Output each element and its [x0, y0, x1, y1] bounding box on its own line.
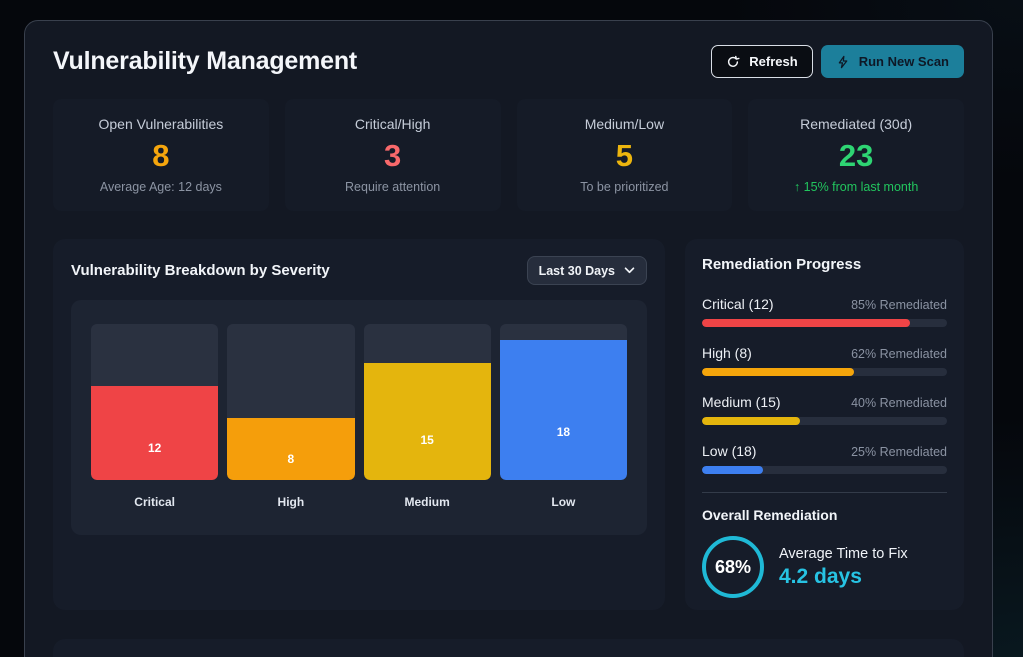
- bar-label: Critical: [91, 495, 218, 509]
- bar-track: 15: [364, 324, 491, 480]
- avg-time-label: Average Time to Fix: [779, 546, 908, 562]
- stats-row: Open Vulnerabilities 8 Average Age: 12 d…: [53, 99, 964, 211]
- remediation-row-high: High (8) 62% Remediated: [702, 345, 947, 376]
- stat-label: Critical/High: [355, 116, 430, 132]
- stat-card-open-vulnerabilities: Open Vulnerabilities 8 Average Age: 12 d…: [53, 99, 269, 211]
- remediation-label: Low (18): [702, 443, 756, 459]
- stat-value: 23: [839, 139, 873, 173]
- remediation-pct: 25% Remediated: [851, 445, 947, 459]
- breakdown-title: Vulnerability Breakdown by Severity: [71, 262, 330, 279]
- bar-value: 8: [288, 452, 295, 466]
- remediation-pct: 40% Remediated: [851, 396, 947, 410]
- bar-medium[interactable]: 15 Medium: [364, 324, 491, 509]
- stat-subtext: Require attention: [345, 180, 440, 194]
- breakdown-panel: Vulnerability Breakdown by Severity Last…: [53, 239, 665, 610]
- run-new-scan-button[interactable]: Run New Scan: [821, 45, 964, 78]
- breakdown-panel-header: Vulnerability Breakdown by Severity Last…: [71, 256, 647, 285]
- vulnerability-dashboard-card: Vulnerability Management Refresh: [24, 20, 993, 657]
- remediation-row-medium: Medium (15) 40% Remediated: [702, 394, 947, 425]
- bar-track: 18: [500, 324, 627, 480]
- overall-remediation-pct: 68%: [715, 557, 751, 578]
- bar-label: Medium: [364, 495, 491, 509]
- stat-value: 3: [384, 139, 401, 173]
- progress-track: [702, 466, 947, 474]
- bar-track: 8: [227, 324, 354, 480]
- bar-fill-high: 8: [227, 418, 354, 480]
- stat-card-remediated: Remediated (30d) 23 ↑ 15% from last mont…: [748, 99, 964, 211]
- overall-remediation-ring: 68%: [702, 536, 764, 598]
- chevron-down-icon: [624, 267, 635, 274]
- remediation-pct: 62% Remediated: [851, 347, 947, 361]
- bar-fill-low: 18: [500, 340, 627, 480]
- refresh-button-label: Refresh: [749, 54, 797, 69]
- stat-subtext: ↑ 15% from last month: [794, 180, 918, 194]
- remediation-pct: 85% Remediated: [851, 298, 947, 312]
- run-new-scan-label: Run New Scan: [859, 54, 949, 69]
- page-title: Vulnerability Management: [53, 47, 357, 76]
- progress-track: [702, 417, 947, 425]
- stat-value: 5: [616, 139, 633, 173]
- progress-fill: [702, 466, 763, 474]
- content-row: Vulnerability Breakdown by Severity Last…: [53, 239, 964, 610]
- page-background: Vulnerability Management Refresh: [0, 0, 1023, 657]
- stat-label: Medium/Low: [585, 116, 664, 132]
- stat-subtext: To be prioritized: [580, 180, 668, 194]
- remediation-row-low: Low (18) 25% Remediated: [702, 443, 947, 474]
- bar-low[interactable]: 18 Low: [500, 324, 627, 509]
- stat-card-medium-low: Medium/Low 5 To be prioritized: [517, 99, 733, 211]
- bar-high[interactable]: 8 High: [227, 324, 354, 509]
- time-range-value: Last 30 Days: [539, 264, 615, 278]
- bar-label: Low: [500, 495, 627, 509]
- bars-row: 12 Critical 8 High: [91, 324, 627, 509]
- bar-track: 12: [91, 324, 218, 480]
- bar-fill-critical: 12: [91, 386, 218, 480]
- progress-fill: [702, 417, 800, 425]
- stat-card-critical-high: Critical/High 3 Require attention: [285, 99, 501, 211]
- remediation-title: Remediation Progress: [702, 256, 947, 273]
- overall-remediation-row: 68% Average Time to Fix 4.2 days: [702, 536, 947, 598]
- refresh-icon: [726, 55, 740, 69]
- avg-time-value: 4.2 days: [779, 565, 908, 589]
- dashboard-header: Vulnerability Management Refresh: [53, 45, 964, 78]
- stat-value: 8: [152, 139, 169, 173]
- progress-track: [702, 319, 947, 327]
- bar-value: 12: [148, 441, 161, 455]
- overall-remediation-title: Overall Remediation: [702, 507, 947, 523]
- next-section-panel: [53, 639, 964, 657]
- divider: [702, 492, 947, 493]
- bar-label: High: [227, 495, 354, 509]
- severity-bar-chart: 12 Critical 8 High: [71, 300, 647, 535]
- remediation-panel: Remediation Progress Critical (12) 85% R…: [685, 239, 964, 610]
- remediation-row-critical: Critical (12) 85% Remediated: [702, 296, 947, 327]
- progress-track: [702, 368, 947, 376]
- progress-fill: [702, 319, 910, 327]
- remediation-label: Critical (12): [702, 296, 774, 312]
- stat-label: Remediated (30d): [800, 116, 912, 132]
- lightning-icon: [836, 55, 850, 69]
- remediation-label: High (8): [702, 345, 752, 361]
- time-range-select[interactable]: Last 30 Days: [527, 256, 647, 285]
- stat-label: Open Vulnerabilities: [98, 116, 223, 132]
- bar-value: 15: [420, 433, 433, 447]
- header-actions: Refresh Run New Scan: [711, 45, 964, 78]
- avg-time-block: Average Time to Fix 4.2 days: [779, 546, 908, 589]
- remediation-label: Medium (15): [702, 394, 781, 410]
- bar-critical[interactable]: 12 Critical: [91, 324, 218, 509]
- refresh-button[interactable]: Refresh: [711, 45, 812, 78]
- bar-value: 18: [557, 425, 570, 439]
- stat-subtext: Average Age: 12 days: [100, 180, 222, 194]
- bar-fill-medium: 15: [364, 363, 491, 480]
- progress-fill: [702, 368, 854, 376]
